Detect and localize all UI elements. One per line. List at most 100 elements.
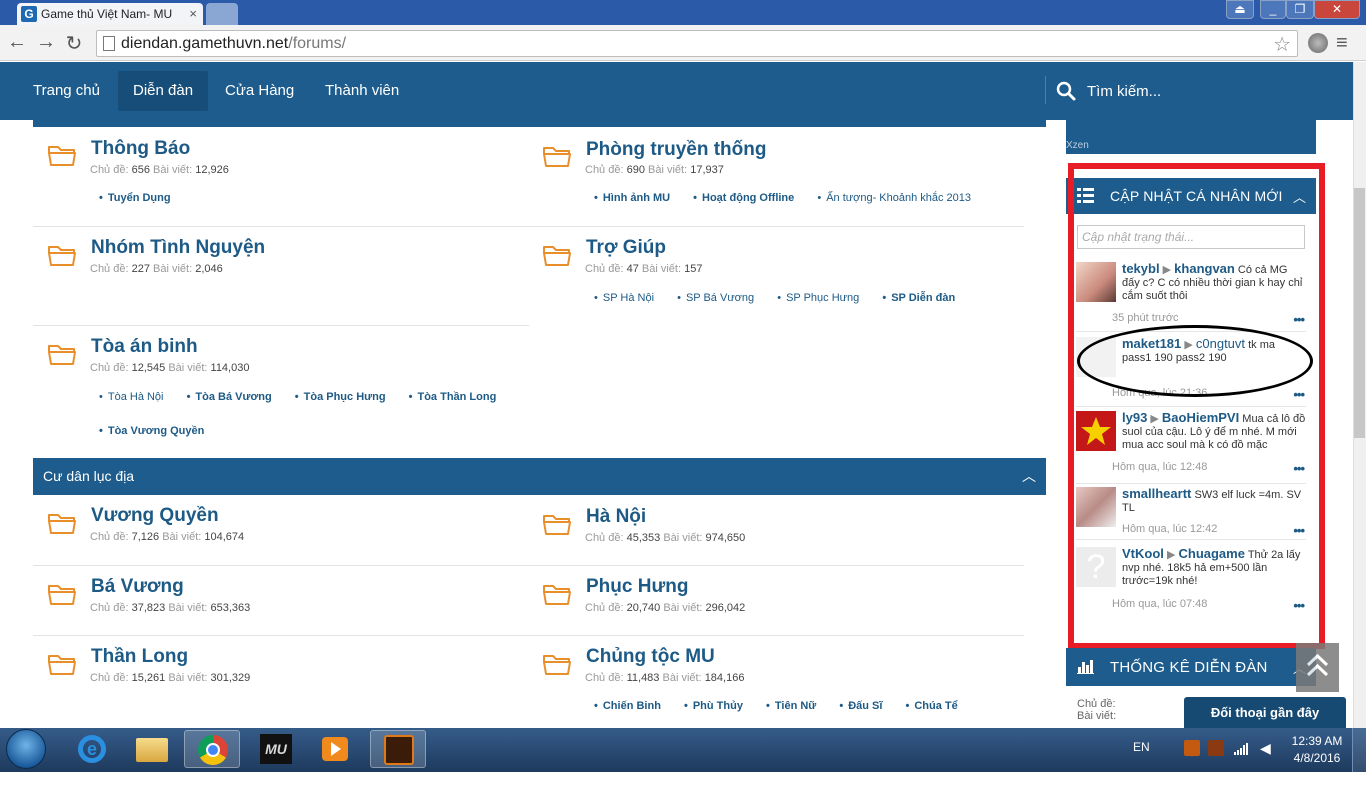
address-bar[interactable]: diendan.gamethuvn.net/forums/ ☆ [96,30,1298,57]
folder-icon [47,243,77,267]
internet-explorer-icon[interactable]: e [64,730,120,768]
forum-title[interactable]: Phục Hưng [586,576,688,598]
forum-title[interactable]: Phòng truyền thống [586,139,766,161]
highlight-box [1068,163,1325,649]
folder-icon [542,243,572,267]
minimize-button[interactable]: _ [1260,0,1286,19]
subforum-link[interactable]: Chúa Tể [905,700,957,712]
subforum-link[interactable]: SP Bá Vương [677,292,754,304]
browser-tab-active[interactable]: G Game thủ Việt Nam- MU × [17,3,203,25]
subforum-link[interactable]: Tòa Phục Hưng [295,391,386,403]
subforum-link[interactable]: Tiên Nữ [766,700,816,712]
network-signal-icon[interactable] [1234,742,1248,755]
forum-title[interactable]: Thông Báo [91,138,190,160]
threads-label: Chủ đề: [90,362,129,374]
forum-title[interactable]: Thần Long [91,646,188,668]
show-desktop-button[interactable] [1352,728,1366,772]
reload-icon[interactable]: ↻ [63,31,85,56]
scrollbar-thumb[interactable] [1354,188,1365,438]
nav-forums[interactable]: Diễn đàn [118,71,209,111]
media-player-icon[interactable] [308,730,364,768]
threads-label: Chủ đề: [585,164,624,176]
forum-node-chung-toc-mu[interactable]: Chủng tộc MU Chủ đề: 11,483 Bài viết: 18… [528,643,1018,723]
subforum-link[interactable]: SP Phục Hưng [777,292,859,304]
file-explorer-icon[interactable] [124,730,180,768]
subforum-link[interactable]: Chiến Binh [594,700,661,712]
divider [33,226,529,227]
forum-stats-header[interactable]: THỐNG KÊ DIỄN ĐÀN ︿ [1066,648,1316,686]
subforum-link[interactable]: SP Hà Nội [594,292,654,304]
subforum-link[interactable]: Ấn tượng- Khoảnh khắc 2013 [817,192,971,204]
volume-icon[interactable]: ◀ [1260,740,1271,757]
forward-arrow-icon[interactable]: → [35,31,57,54]
windows-start-button[interactable] [6,729,46,769]
window-close-button[interactable]: ✕ [1314,0,1360,19]
scroll-to-top-button[interactable] [1296,643,1339,692]
threads-label: Chủ đề: [90,602,129,614]
posts-label: Bài viết: [153,164,193,176]
posts-count: 12,926 [195,164,229,176]
forum-node-phuc-hung[interactable]: Phục Hưng Chủ đề: 20,740 Bài viết: 296,0… [528,573,1018,635]
url-host: diendan.gamethuvn.net [121,35,289,52]
forum-node-tro-giup[interactable]: Trợ Giúp Chủ đề: 47 Bài viết: 157 SP Hà … [528,234,1018,324]
forum-node-ba-vuong[interactable]: Bá Vương Chủ đề: 37,823 Bài viết: 653,36… [33,573,523,635]
forum-title[interactable]: Chủng tộc MU [586,646,715,668]
search-label[interactable]: Tìm kiếm... [1087,83,1161,100]
threads-label: Chủ đề: [90,164,129,176]
system-clock[interactable]: 12:39 AM 4/8/2016 [1287,733,1347,767]
user-profile-icon[interactable]: ⏏ [1226,0,1254,19]
forum-node-ha-noi[interactable]: Hà Nội Chủ đề: 45,353 Bài viết: 974,650 [528,503,1018,565]
subforum-link[interactable]: Tòa Vương Quyền [99,425,204,437]
forum-node-than-long[interactable]: Thần Long Chủ đề: 15,261 Bài viết: 301,3… [33,643,523,705]
forum-title[interactable]: Tòa án binh [91,336,198,358]
subforum-link[interactable]: Hoạt động Offline [693,192,794,204]
forum-node-nhom-tinh-nguyen[interactable]: Nhóm Tình Nguyện Chủ đề: 227 Bài viết: 2… [33,234,523,324]
subforum-link[interactable]: Tòa Hà Nội [99,391,164,403]
posts-label: Bài viết: [168,602,208,614]
mu-game-icon[interactable]: MU [248,730,304,768]
subforum-link[interactable]: Hình ảnh MU [594,192,670,204]
forum-node-toa-an-binh[interactable]: Tòa án binh Chủ đề: 12,545 Bài viết: 114… [33,333,523,448]
forum-node-phong-truyen-thong[interactable]: Phòng truyền thống Chủ đề: 690 Bài viết:… [528,134,1018,226]
bottom-margin [0,772,1366,792]
tray-game-icon[interactable] [1184,740,1200,756]
threads-count: 7,126 [131,531,160,543]
threads-count: 20,740 [626,602,661,614]
new-tab-button[interactable] [206,3,238,25]
subforum-link[interactable]: Đấu Sĩ [839,700,882,712]
extension-globe-icon[interactable] [1308,33,1328,53]
search-icon[interactable] [1055,80,1077,102]
nav-members[interactable]: Thành viên [310,62,414,120]
forum-title[interactable]: Hà Nội [586,506,646,528]
folder-icon [47,342,77,366]
category-header[interactable]: Cư dân lục địa ︿ [33,458,1046,495]
subforum-link[interactable]: SP Diễn đàn [882,292,955,304]
forum-title[interactable]: Vương Quyền [91,505,219,527]
threads-count: 656 [131,164,150,176]
tray-game-icon[interactable] [1208,740,1224,756]
language-indicator[interactable]: EN [1133,740,1150,754]
maximize-button[interactable]: ❐ [1286,0,1314,19]
subforum-link[interactable]: Tòa Thần Long [409,391,497,403]
recent-conversations-button[interactable]: Đối thoại gần đây [1184,697,1346,728]
threads-label: Chủ đề: [585,263,624,275]
back-arrow-icon[interactable]: ← [6,31,28,54]
bookmark-star-icon[interactable]: ☆ [1273,32,1291,57]
subforum-link[interactable]: Tòa Bá Vương [187,391,272,403]
chrome-taskbar-icon[interactable] [184,730,240,768]
subforum-link[interactable]: Tuyển Dụng [99,192,171,204]
subforum-link[interactable]: Phù Thủy [684,700,743,712]
nav-home[interactable]: Trang chủ [18,62,115,120]
collapse-chevron-icon[interactable]: ︿ [1022,458,1036,495]
nav-divider [1045,76,1046,104]
forum-title[interactable]: Nhóm Tình Nguyện [91,237,265,259]
game-launcher-icon[interactable] [370,730,426,768]
tab-close-icon[interactable]: × [189,6,197,21]
forum-node-vuong-quyen[interactable]: Vương Quyền Chủ đề: 7,126 Bài viết: 104,… [33,502,523,564]
forum-title[interactable]: Bá Vương [91,576,184,598]
menu-hamburger-icon[interactable]: ≡ [1336,33,1354,53]
nav-store[interactable]: Cửa Hàng [210,62,309,120]
double-chevron-up-icon [1306,653,1329,677]
forum-node-thong-bao[interactable]: Thông Báo Chủ đề: 656 Bài viết: 12,926 T… [33,134,523,226]
forum-title[interactable]: Trợ Giúp [586,237,666,259]
